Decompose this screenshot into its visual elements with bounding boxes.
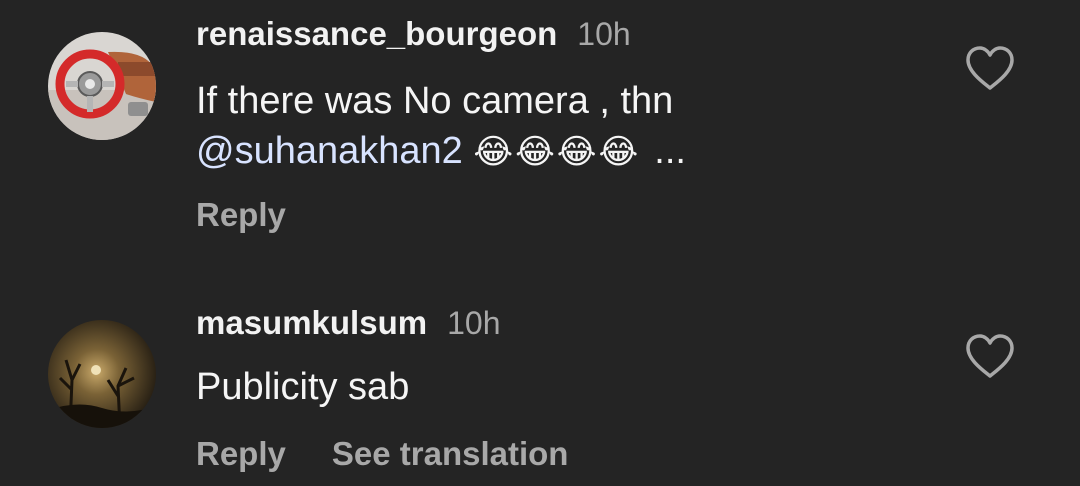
laughing-emoji: 😂😂😂😂 <box>473 133 641 171</box>
heart-icon[interactable] <box>964 44 1016 92</box>
comment-header: masumkulsum 10h <box>196 303 500 343</box>
comment-text: Publicity sab <box>196 362 916 412</box>
see-translation-button[interactable]: See translation <box>332 435 569 472</box>
more-link[interactable]: ... <box>654 130 686 172</box>
reply-button[interactable]: Reply <box>196 196 286 233</box>
reply-button[interactable]: Reply <box>196 435 286 472</box>
comment-text-line: If there was No camera , thn <box>196 80 674 122</box>
comment-text-line: Publicity sab <box>196 366 410 408</box>
steering-wheel-icon <box>48 32 156 140</box>
timestamp: 10h <box>577 16 631 52</box>
heart-icon[interactable] <box>964 332 1016 380</box>
avatar[interactable] <box>48 320 156 428</box>
comment-actions: Reply See translation <box>196 434 568 474</box>
comment-text: If there was No camera , thn @suhanakhan… <box>196 76 916 177</box>
comment-header: renaissance_bourgeon 10h <box>196 14 631 54</box>
comment-text-line: @suhanakhan2 😂😂😂😂... <box>196 126 916 177</box>
timestamp: 10h <box>447 305 501 341</box>
avatar[interactable] <box>48 32 156 140</box>
username[interactable]: masumkulsum <box>196 304 427 341</box>
moonlit-trees-icon <box>48 320 156 428</box>
mention-link[interactable]: @suhanakhan2 <box>196 130 463 172</box>
username[interactable]: renaissance_bourgeon <box>196 15 557 52</box>
comment-actions: Reply <box>196 195 286 235</box>
